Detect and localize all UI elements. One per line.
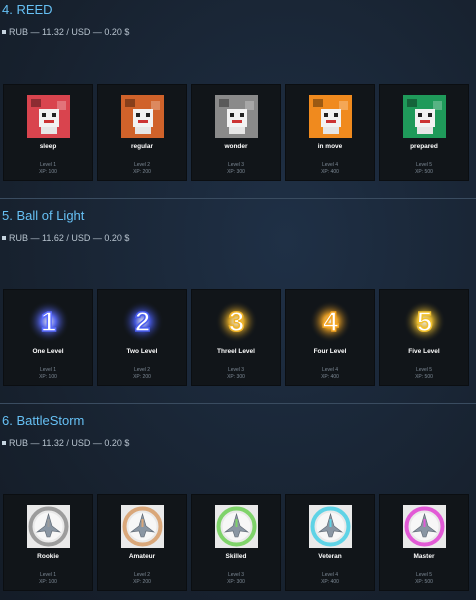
ball-one-icon: 1 (27, 300, 70, 343)
badge-card[interactable]: Veteran Level 4 XP: 400 (285, 494, 375, 591)
badge-level: Level 5 (415, 572, 433, 578)
badge-xp: XP: 400 (321, 579, 339, 585)
badge-xp: XP: 300 (227, 169, 245, 175)
badge-card[interactable]: regular Level 2 XP: 200 (97, 84, 187, 181)
bullet-square (2, 441, 6, 445)
svg-text:2: 2 (135, 306, 151, 337)
badge-xp: XP: 500 (415, 374, 433, 380)
badge-card[interactable]: 4 Four Level Level 4 XP: 400 (285, 289, 375, 386)
badge-level: Level 4 (321, 572, 339, 578)
badge-name: Threel Level (217, 348, 255, 355)
section-divider (0, 198, 476, 199)
badge-name: prepared (410, 143, 438, 150)
badge-card[interactable]: prepared Level 5 XP: 500 (379, 84, 469, 181)
badge-name: Master (413, 553, 435, 560)
badge-row: sleep Level 1 XP: 100 regular Level 2 XP: 200… (3, 84, 473, 181)
badge-card[interactable]: Amateur Level 2 XP: 200 (97, 494, 187, 591)
svg-text:1: 1 (41, 306, 57, 337)
badge-level: Level 1 (39, 572, 57, 578)
badge-card[interactable]: Skilled Level 3 XP: 300 (191, 494, 281, 591)
badge-level: Level 5 (415, 367, 433, 373)
badge-level: Level 3 (227, 162, 245, 168)
badge-xp: XP: 200 (133, 374, 151, 380)
badge-name: Two Level (126, 348, 158, 355)
section-title: 6. BattleStorm (2, 413, 85, 428)
badge-card[interactable]: 2 Two Level Level 2 XP: 200 (97, 289, 187, 386)
badge-card[interactable]: 1 One Level Level 1 XP: 100 (3, 289, 93, 386)
badge-name: Amateur (128, 553, 156, 560)
badge-name: regular (130, 143, 154, 150)
badge-card[interactable]: sleep Level 1 XP: 100 (3, 84, 93, 181)
price-text: RUB — 11.32 / USD — 0.20 $ (9, 27, 130, 37)
price-info: RUB — 11.62 / USD — 0.20 $ (2, 233, 129, 243)
badge-xp: XP: 300 (227, 374, 245, 380)
section-title: 5. Ball of Light (2, 208, 85, 223)
badge-card[interactable]: 3 Threel Level Level 3 XP: 300 (191, 289, 281, 386)
badge-row: 1 One Level Level 1 XP: 100 2 Two Level Level … (3, 289, 473, 386)
badge-xp: XP: 100 (39, 374, 57, 380)
badge-name: Four Level (313, 348, 347, 355)
badge-xp: XP: 400 (321, 374, 339, 380)
badge-level: Level 2 (133, 367, 151, 373)
badge-xp: XP: 200 (133, 579, 151, 585)
price-info: RUB — 11.32 / USD — 0.20 $ (2, 27, 129, 37)
badge-xp: XP: 100 (39, 169, 57, 175)
ball-five-icon: 5 (403, 300, 446, 343)
badge-card[interactable]: in move Level 4 XP: 400 (285, 84, 375, 181)
badge-name: Rookie (37, 553, 59, 560)
badge-card[interactable]: Master Level 5 XP: 500 (379, 494, 469, 591)
badge-level: Level 1 (39, 367, 57, 373)
badge-name: Five Level (408, 348, 440, 355)
bullet-square (2, 30, 6, 34)
badge-name: sleep (39, 143, 57, 150)
reed-regular-icon (121, 95, 164, 138)
badge-level: Level 2 (133, 162, 151, 168)
ball-four-icon: 4 (309, 300, 352, 343)
badge-level: Level 4 (321, 367, 339, 373)
badge-xp: XP: 400 (321, 169, 339, 175)
ship-rookie-icon (27, 505, 70, 548)
badge-level: Level 4 (321, 162, 339, 168)
badge-level: Level 3 (227, 367, 245, 373)
badge-name: Skilled (225, 553, 247, 560)
badge-level: Level 3 (227, 572, 245, 578)
svg-text:5: 5 (417, 306, 433, 337)
badge-xp: XP: 500 (415, 169, 433, 175)
price-info: RUB — 11.32 / USD — 0.20 $ (2, 438, 129, 448)
ship-master-icon (403, 505, 446, 548)
price-text: RUB — 11.32 / USD — 0.20 $ (9, 438, 130, 448)
badge-name: in move (317, 143, 343, 150)
badge-xp: XP: 100 (39, 579, 57, 585)
badge-card[interactable]: Rookie Level 1 XP: 100 (3, 494, 93, 591)
badge-xp: XP: 500 (415, 579, 433, 585)
reed-sleep-icon (27, 95, 70, 138)
reed-in-move-icon (309, 95, 352, 138)
ship-amateur-icon (121, 505, 164, 548)
badge-name: wonder (224, 143, 248, 150)
badge-name: Veteran (318, 553, 342, 560)
badge-name: One Level (32, 348, 64, 355)
svg-text:3: 3 (229, 306, 245, 337)
reed-wonder-icon (215, 95, 258, 138)
badge-level: Level 5 (415, 162, 433, 168)
badge-level: Level 1 (39, 162, 57, 168)
svg-text:4: 4 (323, 306, 339, 337)
badge-card[interactable]: 5 Five Level Level 5 XP: 500 (379, 289, 469, 386)
section-title: 4. REED (2, 2, 53, 17)
bullet-square (2, 236, 6, 240)
reed-prepared-icon (403, 95, 446, 138)
badge-xp: XP: 200 (133, 169, 151, 175)
ship-veteran-icon (309, 505, 352, 548)
section-divider (0, 403, 476, 404)
badge-level: Level 2 (133, 572, 151, 578)
ball-two-icon: 2 (121, 300, 164, 343)
ship-skilled-icon (215, 505, 258, 548)
badge-row: Rookie Level 1 XP: 100 Amateur Level 2 XP: 20… (3, 494, 473, 591)
badge-card[interactable]: wonder Level 3 XP: 300 (191, 84, 281, 181)
badge-xp: XP: 300 (227, 579, 245, 585)
price-text: RUB — 11.62 / USD — 0.20 $ (9, 233, 130, 243)
ball-three-icon: 3 (215, 300, 258, 343)
